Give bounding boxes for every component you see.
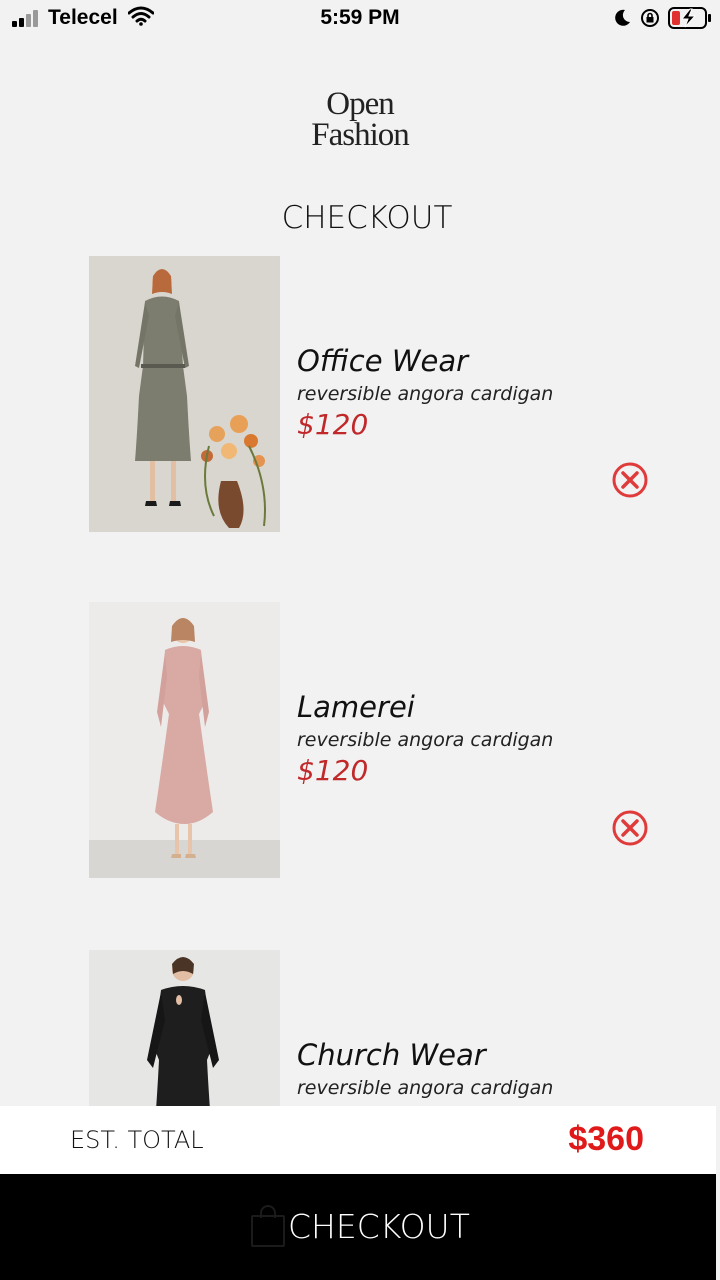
screen-edge (716, 1106, 720, 1280)
item-description: reversible angora cardigan (297, 383, 554, 405)
item-name: Office Wear (297, 344, 469, 378)
total-value: $360 (568, 1120, 644, 1158)
estimated-total-bar: EST. TOTAL $360 (0, 1106, 716, 1174)
cart-item: Lamerei reversible angora cardigan $120 (89, 602, 669, 878)
moon-icon (615, 9, 630, 26)
total-label: EST. TOTAL (70, 1126, 204, 1154)
orientation-lock-icon (641, 9, 659, 27)
item-description: reversible angora cardigan (297, 1077, 554, 1099)
logo-line-2: Fashion (311, 117, 409, 152)
product-photo-office-wear[interactable] (89, 256, 280, 532)
page-title: CHECKOUT (281, 200, 453, 236)
open-fashion-logo: Open Fashion (311, 88, 410, 152)
cart-item: Office Wear reversible angora cardigan $… (89, 256, 669, 532)
item-name: Church Wear (297, 1038, 486, 1072)
item-price: $120 (297, 754, 369, 787)
remove-circle-x-icon[interactable] (611, 461, 649, 499)
shopping-bag-icon (251, 1205, 285, 1247)
checkout-button-label: CHECKOUT (288, 1207, 470, 1246)
checkout-screen: Telecel 5:59 PM Open Fashion CHECKOUT Of… (0, 0, 720, 1280)
battery-charging-icon (668, 7, 711, 29)
remove-circle-x-icon[interactable] (611, 809, 649, 847)
product-photo-lamerei[interactable] (89, 602, 280, 878)
item-description: reversible angora cardigan (297, 729, 554, 751)
checkout-button[interactable]: CHECKOUT (0, 1174, 716, 1280)
status-bar: Telecel 5:59 PM (0, 0, 720, 36)
item-price: $120 (297, 408, 369, 441)
item-name: Lamerei (297, 690, 415, 724)
